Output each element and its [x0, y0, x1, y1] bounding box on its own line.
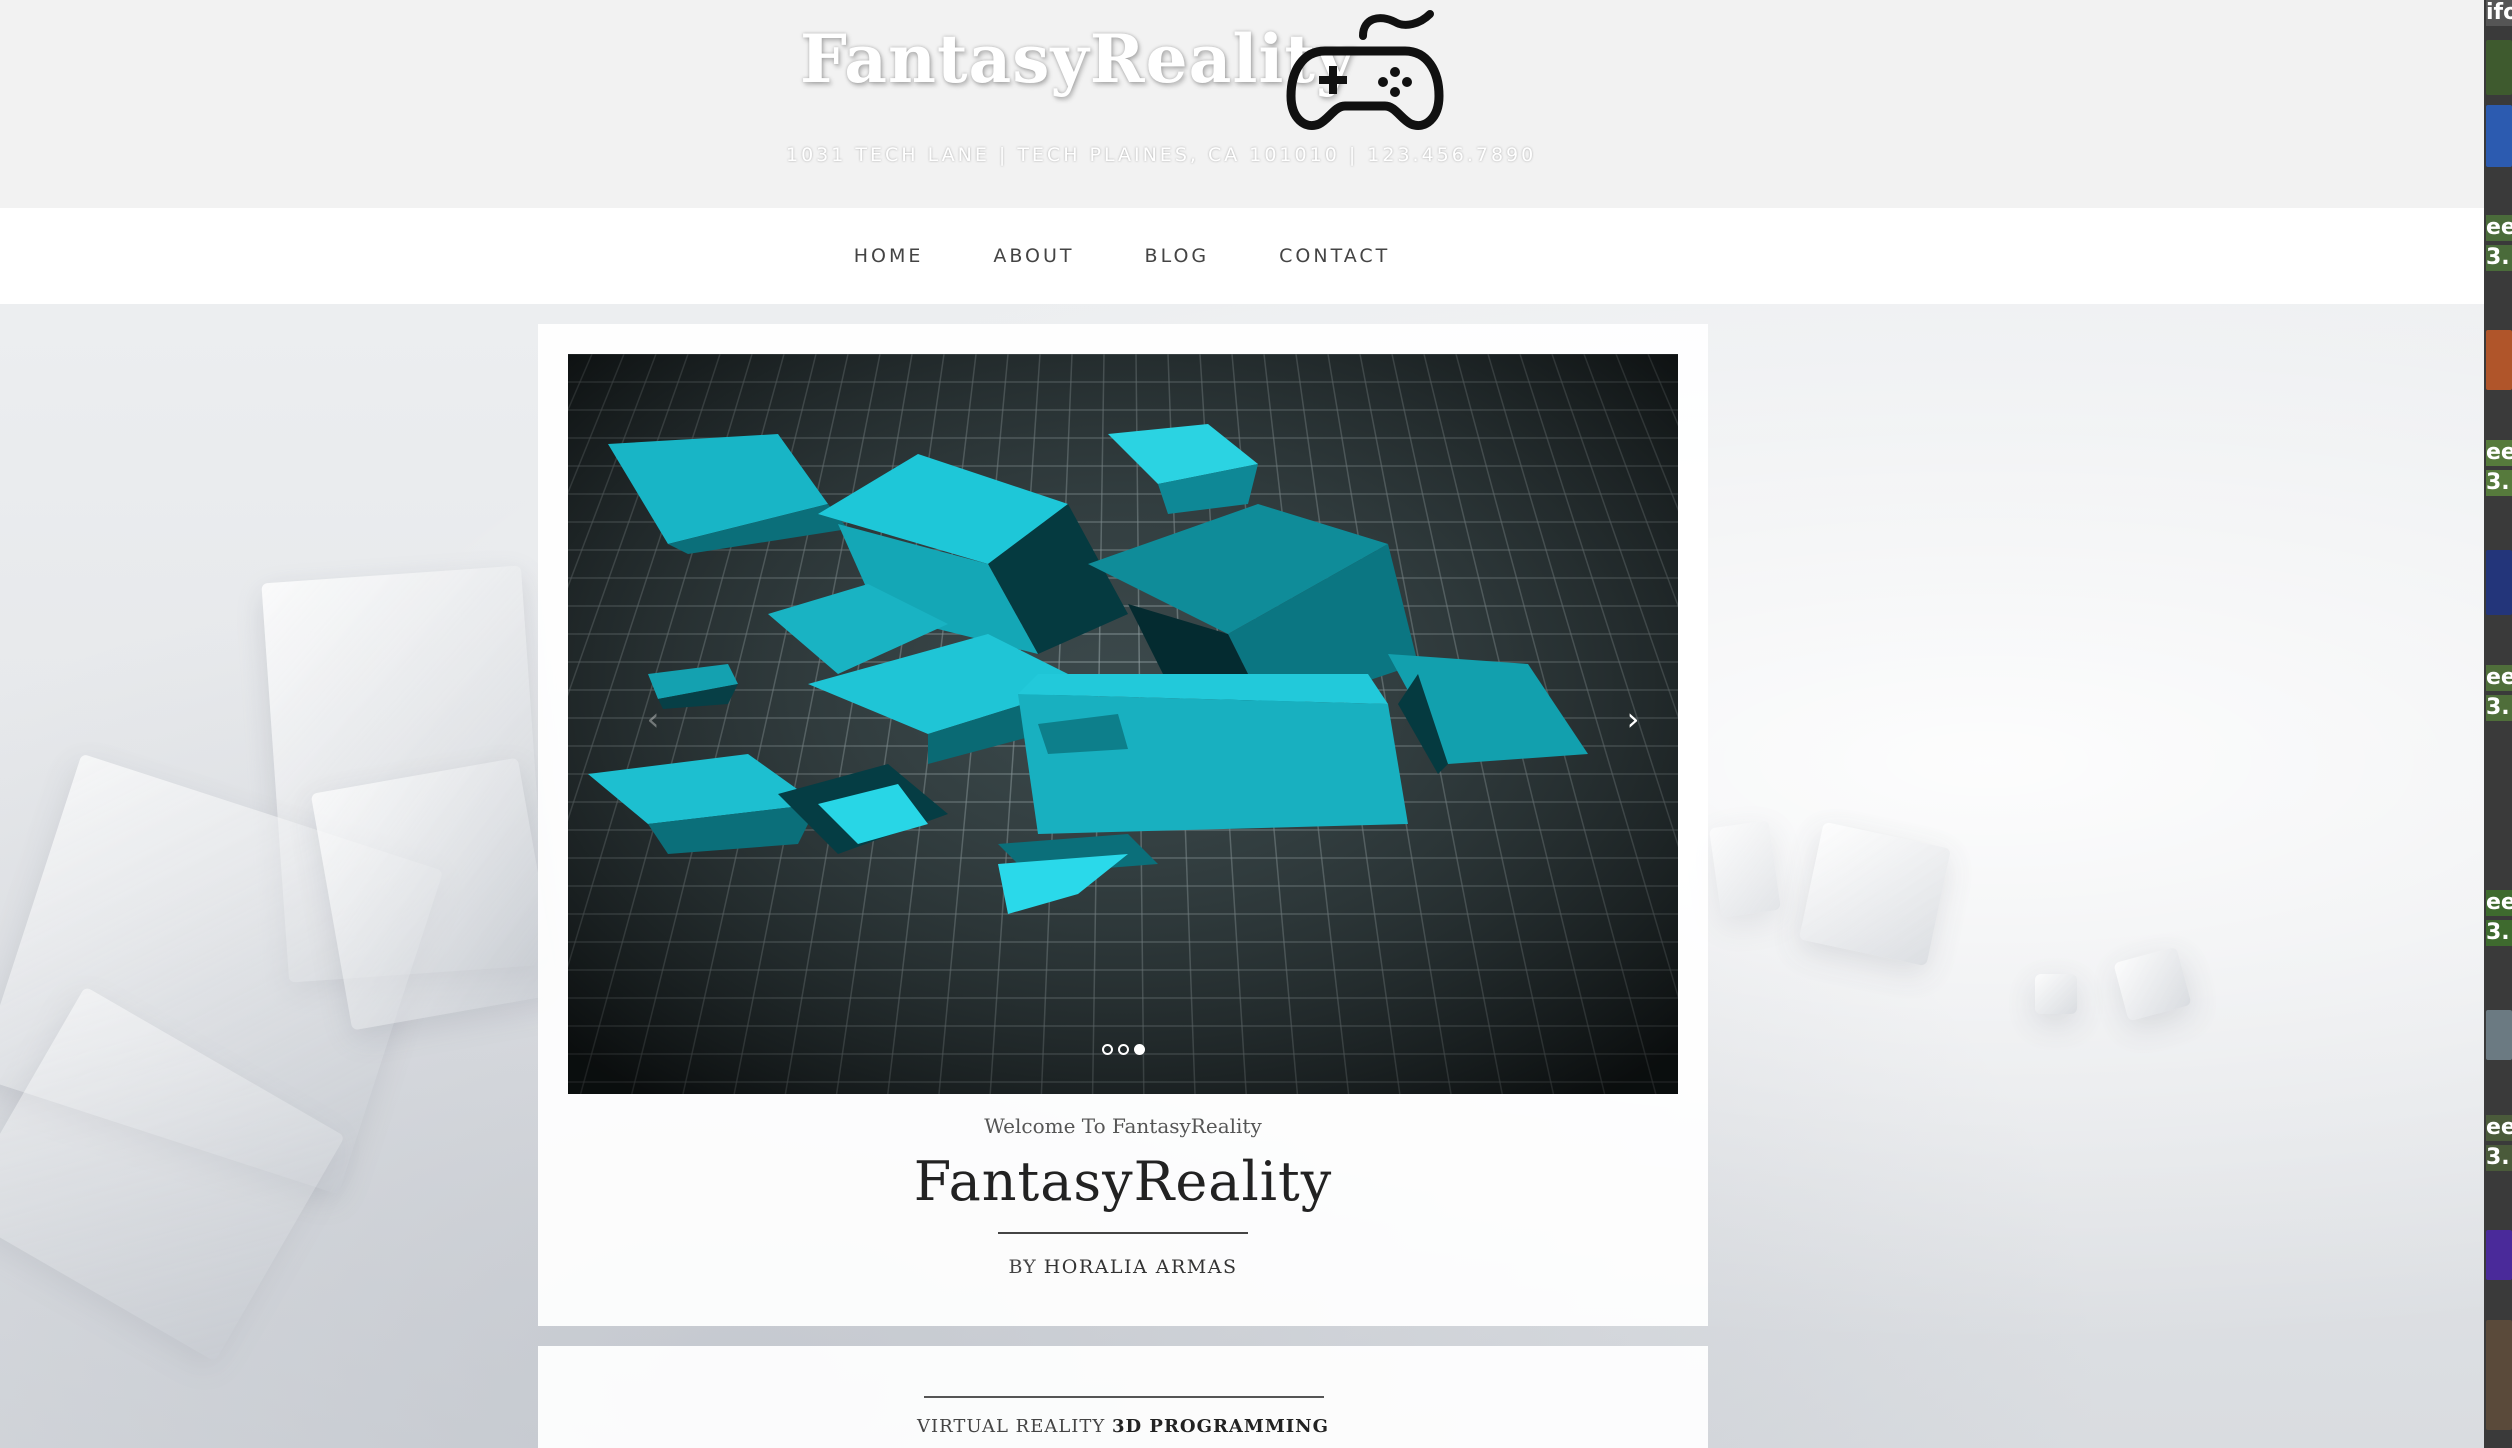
slider-dot-1[interactable] [1101, 1044, 1113, 1055]
slider-dot-3[interactable] [1133, 1044, 1145, 1055]
strip-label: 3. [2486, 470, 2512, 496]
game-controller-icon [1286, 10, 1444, 130]
strip-label: eer [2486, 665, 2512, 691]
bg-cube [2035, 974, 2077, 1014]
bg-cube [1709, 820, 1781, 918]
image-slider[interactable]: ‹ › [568, 354, 1678, 1094]
category-divider [924, 1396, 1324, 1398]
strip-label: eer [2486, 1115, 2512, 1141]
strip-label: 3. [2486, 695, 2512, 721]
strip-thumbnail[interactable] [2486, 550, 2512, 615]
strip-label: eer [2486, 890, 2512, 916]
strip-label: ifo [2486, 0, 2512, 26]
adjacent-window-strip: ifo eer 3. eer 3. eer 3. eer 3. eer 3. [2484, 0, 2512, 1448]
strip-thumbnail[interactable] [2486, 1230, 2512, 1280]
site-address: 1031 TECH LANE | TECH PLAINES, CA 101010… [786, 144, 1537, 166]
strip-label: eer [2486, 215, 2512, 241]
nav-home[interactable]: HOME [854, 245, 924, 267]
post-byline: BY HORALIA ARMAS [538, 1256, 1708, 1278]
strip-thumbnail[interactable] [2486, 105, 2512, 167]
strip-label: 3. [2486, 245, 2512, 271]
nav-contact[interactable]: CONTACT [1279, 245, 1390, 267]
slider-dot-2[interactable] [1117, 1044, 1129, 1055]
post-author-link[interactable]: HORALIA ARMAS [1044, 1256, 1238, 1278]
slider-pagination [568, 1044, 1678, 1055]
slider-next-arrow[interactable]: › [1618, 694, 1648, 744]
site-logo-text[interactable]: FantasyReality [800, 20, 1355, 98]
strip-label: 3. [2486, 1145, 2512, 1171]
strip-thumbnail[interactable] [2486, 40, 2512, 95]
strip-thumbnail[interactable] [2486, 330, 2512, 390]
slider-prev-arrow[interactable]: ‹ [638, 694, 668, 744]
nav-about[interactable]: ABOUT [993, 245, 1074, 267]
post-title[interactable]: FantasyReality [538, 1150, 1708, 1213]
bg-cube [2113, 946, 2192, 1022]
bg-cube [1798, 821, 1952, 967]
category-virtual-reality[interactable]: VIRTUAL REALITY [917, 1416, 1105, 1437]
bg-cube [310, 757, 560, 1031]
post-welcome-text: Welcome To FantasyReality [984, 1114, 1262, 1138]
featured-post-card: ‹ › Welcome To FantasyReality FantasyRea… [538, 324, 1708, 1326]
site-header: FantasyReality 1031 TECH LANE | TECH PLA… [0, 0, 2484, 208]
title-divider [998, 1232, 1248, 1234]
second-post-card: VIRTUAL REALITY 3D PROGRAMMING [538, 1346, 1708, 1448]
strip-thumbnail[interactable] [2486, 1010, 2512, 1060]
main-nav: HOME ABOUT BLOG CONTACT [0, 208, 2484, 304]
nav-blog[interactable]: BLOG [1145, 245, 1210, 267]
strip-label: 3. [2486, 920, 2512, 946]
category-3d-programming[interactable]: 3D PROGRAMMING [1112, 1416, 1329, 1437]
byline-label: BY [1008, 1256, 1037, 1278]
strip-thumbnail[interactable] [2486, 1320, 2512, 1430]
slide-image [568, 354, 1678, 1094]
post-categories: VIRTUAL REALITY 3D PROGRAMMING [538, 1416, 1708, 1437]
strip-label: eer [2486, 440, 2512, 466]
